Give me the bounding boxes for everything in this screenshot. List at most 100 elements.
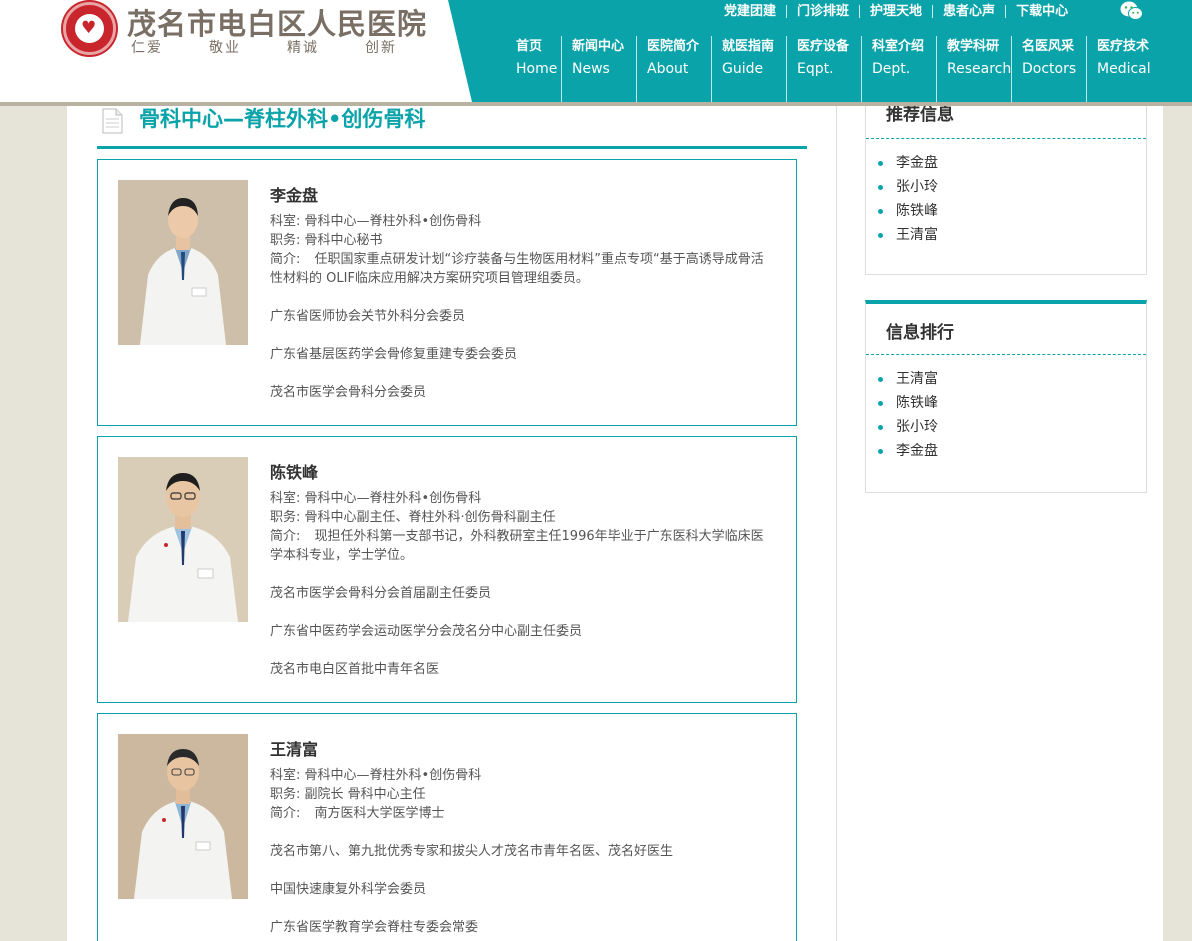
doctor-position: 职务: 副院长 骨科中心主任	[270, 785, 775, 804]
doctor-credential: 茂名市电白区首批中青年名医	[270, 662, 440, 677]
top-link-download[interactable]: 下载中心	[1006, 5, 1078, 18]
doctor-info: 陈铁峰 科室: 骨科中心—脊柱外科•创伤骨科 职务: 骨科中心副主任、脊柱外科·…	[270, 461, 775, 679]
doctor-portrait-icon	[118, 457, 248, 622]
doctor-info: 王清富 科室: 骨科中心—脊柱外科•创伤骨科 职务: 副院长 骨科中心主任 简介…	[270, 738, 775, 937]
nav-item-home[interactable]: 首页 Home	[508, 36, 562, 102]
nav-label-en: News	[572, 61, 610, 77]
doctor-photo[interactable]	[118, 457, 248, 622]
list-item[interactable]: 王清富	[876, 367, 1146, 391]
doctor-card[interactable]: 陈铁峰 科室: 骨科中心—脊柱外科•创伤骨科 职务: 骨科中心副主任、脊柱外科·…	[97, 436, 797, 703]
nav-label-en: Research	[947, 61, 1012, 77]
position-value: 副院长 骨科中心主任	[304, 787, 426, 802]
doctor-credential: 茂名市医学会骨科分会首届副主任委员	[270, 586, 492, 601]
top-link-schedule[interactable]: 门诊排班	[787, 4, 861, 18]
doctor-bio: 简介: 南方医科大学医学博士	[270, 804, 775, 823]
nav-label-cn: 医院简介	[647, 39, 700, 54]
doctor-credential: 广东省基层医药学会骨修复重建专委会委员	[270, 347, 518, 362]
bio-text: 任职国家重点研发计划“诊疗装备与生物医用材料”重点专项“基于高诱导成骨活性材料的…	[270, 252, 764, 286]
department-value: 骨科中心—脊柱外科•创伤骨科	[304, 491, 482, 506]
nav-label-cn: 教学科研	[947, 39, 1000, 54]
department-label: 科室:	[270, 214, 301, 229]
top-links: 党建团建 门诊排班 护理天地 患者心声 下载中心	[722, 2, 1078, 20]
top-link-feedback[interactable]: 患者心声	[933, 4, 1007, 18]
header-divider	[0, 102, 1192, 106]
bio-label: 简介:	[270, 806, 301, 821]
doctor-position: 职务: 骨科中心秘书	[270, 231, 775, 250]
department-value: 骨科中心—脊柱外科•创伤骨科	[304, 768, 482, 783]
ranking-header: 信息排行	[866, 304, 1146, 355]
doctor-position: 职务: 骨科中心副主任、脊柱外科·创伤骨科副主任	[270, 508, 775, 527]
bio-label: 简介:	[270, 252, 301, 267]
nav-label-en: Guide	[722, 61, 764, 77]
slogan-word: 仁爱	[131, 40, 163, 56]
ranking-list: 王清富 陈铁峰 张小玲 李金盘	[866, 355, 1146, 463]
nav-item-equipment[interactable]: 医疗设备 Eqpt.	[787, 36, 862, 102]
slogan-word: 敬业	[209, 40, 241, 56]
doctor-bio: 简介: 现担任外科第一支部书记，外科教研室主任1996年毕业于广东医科大学临床医…	[270, 527, 775, 565]
doctor-credential: 茂名市医学会骨科分会委员	[270, 385, 427, 400]
bio-label: 简介:	[270, 529, 301, 544]
list-item[interactable]: 张小玲	[876, 175, 1146, 199]
nav-item-news[interactable]: 新闻中心 News	[562, 36, 637, 102]
doctor-portrait-icon	[118, 734, 248, 899]
doctor-photo[interactable]	[118, 180, 248, 345]
nav-item-doctors[interactable]: 名医风采 Doctors	[1012, 36, 1087, 102]
list-item[interactable]: 陈铁峰	[876, 199, 1146, 223]
position-label: 职务:	[270, 510, 301, 525]
nav-label-cn: 就医指南	[722, 39, 775, 54]
nav-label-cn: 首页	[516, 39, 543, 54]
wechat-icon[interactable]	[1120, 0, 1144, 22]
doctor-card[interactable]: 王清富 科室: 骨科中心—脊柱外科•创伤骨科 职务: 副院长 骨科中心主任 简介…	[97, 713, 797, 941]
doctor-bio: 简介: 任职国家重点研发计划“诊疗装备与生物医用材料”重点专项“基于高诱导成骨活…	[270, 250, 775, 288]
doctor-name[interactable]: 王清富	[270, 738, 775, 762]
list-item[interactable]: 王清富	[876, 223, 1146, 247]
doctor-portrait-icon	[118, 180, 248, 345]
column-divider	[836, 106, 837, 941]
recommended-panel: 推荐信息 李金盘 张小玲 陈铁峰 王清富	[865, 80, 1147, 275]
nav-label-cn: 医疗技术	[1097, 39, 1150, 54]
recommended-list: 李金盘 张小玲 陈铁峰 王清富	[866, 139, 1146, 247]
slogan-word: 创新	[365, 40, 397, 56]
doctor-info: 李金盘 科室: 骨科中心—脊柱外科•创伤骨科 职务: 骨科中心秘书 简介: 任职…	[270, 184, 775, 402]
nav-item-medical[interactable]: 医疗技术 Medical	[1087, 36, 1162, 102]
doctor-department: 科室: 骨科中心—脊柱外科•创伤骨科	[270, 766, 775, 785]
list-item[interactable]: 李金盘	[876, 151, 1146, 175]
doctor-credential: 中国快速康复外科学会委员	[270, 882, 427, 897]
doctor-photo[interactable]	[118, 734, 248, 899]
nav-label-cn: 医疗设备	[797, 39, 850, 54]
department-value: 骨科中心—脊柱外科•创伤骨科	[304, 214, 482, 229]
nav-item-guide[interactable]: 就医指南 Guide	[712, 36, 787, 102]
recommended-title: 推荐信息	[886, 105, 954, 125]
list-item[interactable]: 陈铁峰	[876, 391, 1146, 415]
nav-label-en: Doctors	[1022, 61, 1077, 77]
doctor-card[interactable]: 李金盘 科室: 骨科中心—脊柱外科•创伤骨科 职务: 骨科中心秘书 简介: 任职…	[97, 159, 797, 426]
department-label: 科室:	[270, 491, 301, 506]
doctor-name[interactable]: 李金盘	[270, 184, 775, 208]
nav-label-en: Home	[516, 61, 558, 77]
top-link-party[interactable]: 党建团建	[722, 4, 788, 18]
page-title: 骨科中心—脊柱外科•创伤骨科	[139, 107, 426, 131]
nav-label-cn: 新闻中心	[572, 39, 625, 54]
nav-label-en: Dept.	[872, 61, 911, 77]
site-slogan: 仁爱 敬业 精诚 创新	[131, 37, 443, 57]
list-item[interactable]: 李金盘	[876, 439, 1146, 463]
list-item[interactable]: 张小玲	[876, 415, 1146, 439]
bio-text: 南方医科大学医学博士	[314, 806, 445, 821]
section-header: 骨科中心—脊柱外科•创伤骨科	[97, 106, 807, 149]
nav-item-research[interactable]: 教学科研 Research	[937, 36, 1012, 102]
nav-label-en: Eqpt.	[797, 61, 834, 77]
doctor-name[interactable]: 陈铁峰	[270, 461, 775, 485]
document-icon	[102, 108, 123, 134]
bio-text: 现担任外科第一支部书记，外科教研室主任1996年毕业于广东医科大学临床医学本科专…	[270, 529, 764, 563]
nav-item-about[interactable]: 医院简介 About	[637, 36, 712, 102]
nav-label-en: About	[647, 61, 689, 77]
hospital-logo-icon[interactable]: ♥	[63, 2, 116, 55]
doctor-department: 科室: 骨科中心—脊柱外科•创伤骨科	[270, 212, 775, 231]
ranking-panel: 信息排行 王清富 陈铁峰 张小玲 李金盘	[865, 300, 1147, 493]
doctor-credential: 广东省医师协会关节外科分会委员	[270, 309, 466, 324]
top-link-nursing[interactable]: 护理天地	[860, 4, 934, 18]
ranking-title: 信息排行	[886, 323, 954, 343]
position-label: 职务:	[270, 787, 301, 802]
nav-item-departments[interactable]: 科室介绍 Dept.	[862, 36, 937, 102]
nav-label-en: Medical	[1097, 61, 1151, 77]
